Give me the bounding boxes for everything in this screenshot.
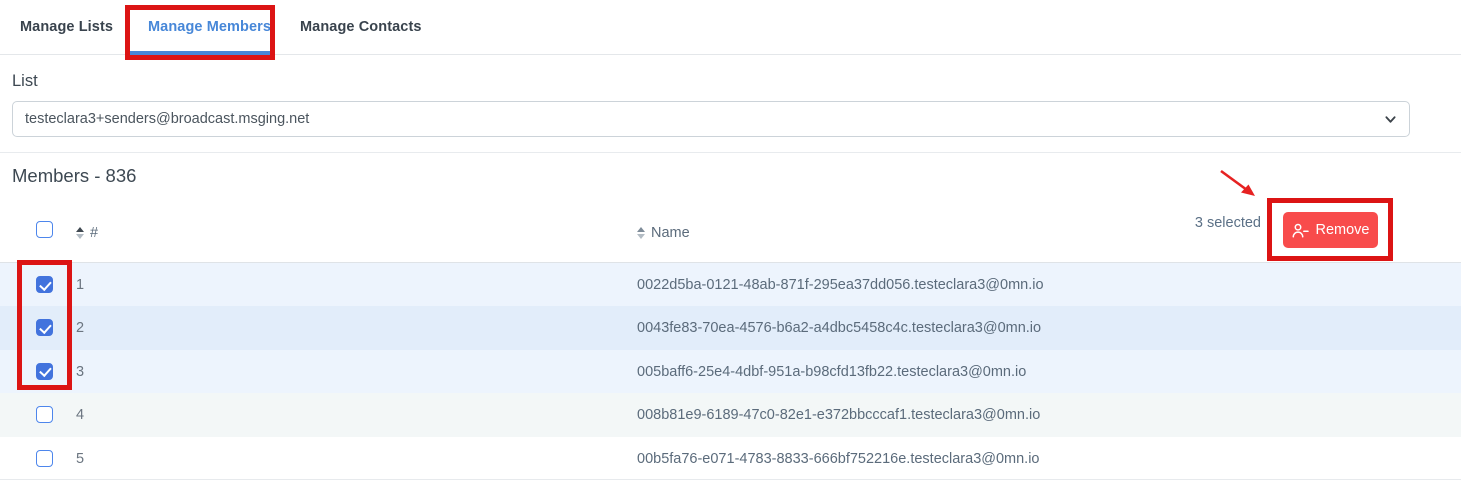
row-index: 1 (76, 277, 84, 293)
list-select-wrap: testeclara3+senders@broadcast.msging.net (12, 101, 1410, 137)
manage-members-page: Manage Lists Manage Members Manage Conta… (0, 0, 1461, 481)
row-index: 5 (76, 451, 84, 467)
row-index: 2 (76, 320, 84, 336)
members-table-body: 1 0022d5ba-0121-48ab-871f-295ea37dd056.t… (0, 263, 1461, 480)
tab-bar: Manage Lists Manage Members Manage Conta… (0, 0, 1461, 55)
row-checkbox[interactable] (36, 276, 53, 293)
row-checkbox[interactable] (36, 406, 53, 423)
table-header: # Name (0, 205, 1461, 263)
row-index: 3 (76, 364, 84, 380)
table-row: 2 0043fe83-70ea-4576-b6a2-a4dbc5458c4c.t… (0, 306, 1461, 349)
tab-manage-contacts[interactable]: Manage Contacts (300, 0, 422, 54)
row-index: 4 (76, 407, 84, 423)
tab-manage-lists[interactable]: Manage Lists (20, 0, 113, 54)
row-member-name: 008b81e9-6189-47c0-82e1-e372bbcccaf1.tes… (637, 407, 1040, 423)
sort-icon (76, 227, 84, 240)
annotation-arrow (1214, 166, 1264, 204)
table-row: 5 00b5fa76-e071-4783-8833-666bf752216e.t… (0, 437, 1461, 480)
sort-icon (637, 227, 645, 240)
row-member-name: 00b5fa76-e071-4783-8833-666bf752216e.tes… (637, 451, 1040, 467)
members-heading: Members - 836 (12, 165, 136, 187)
row-member-name: 005baff6-25e4-4dbf-951a-b98cfd13fb22.tes… (637, 364, 1026, 380)
column-header-index[interactable]: # (76, 225, 98, 241)
table-row: 3 005baff6-25e4-4dbf-951a-b98cfd13fb22.t… (0, 350, 1461, 393)
list-select[interactable]: testeclara3+senders@broadcast.msging.net (12, 101, 1410, 137)
active-tab-underline (128, 51, 270, 55)
list-label: List (12, 72, 38, 91)
row-checkbox[interactable] (36, 363, 53, 380)
column-header-name-label: Name (651, 225, 690, 241)
row-checkbox[interactable] (36, 319, 53, 336)
row-member-name: 0043fe83-70ea-4576-b6a2-a4dbc5458c4c.tes… (637, 320, 1041, 336)
table-row: 4 008b81e9-6189-47c0-82e1-e372bbcccaf1.t… (0, 393, 1461, 436)
row-checkbox[interactable] (36, 450, 53, 467)
column-header-name[interactable]: Name (637, 225, 690, 241)
section-divider (0, 152, 1461, 153)
column-header-index-label: # (90, 225, 98, 241)
tab-manage-members[interactable]: Manage Members (148, 0, 271, 54)
row-member-name: 0022d5ba-0121-48ab-871f-295ea37dd056.tes… (637, 277, 1044, 293)
select-all-checkbox[interactable] (36, 221, 53, 238)
table-row: 1 0022d5ba-0121-48ab-871f-295ea37dd056.t… (0, 263, 1461, 306)
